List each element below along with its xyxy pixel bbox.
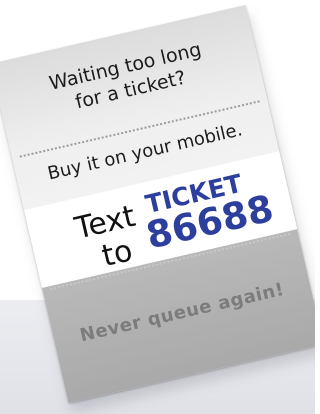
scene: Waiting too long for a ticket? Buy it on… [0,0,315,414]
